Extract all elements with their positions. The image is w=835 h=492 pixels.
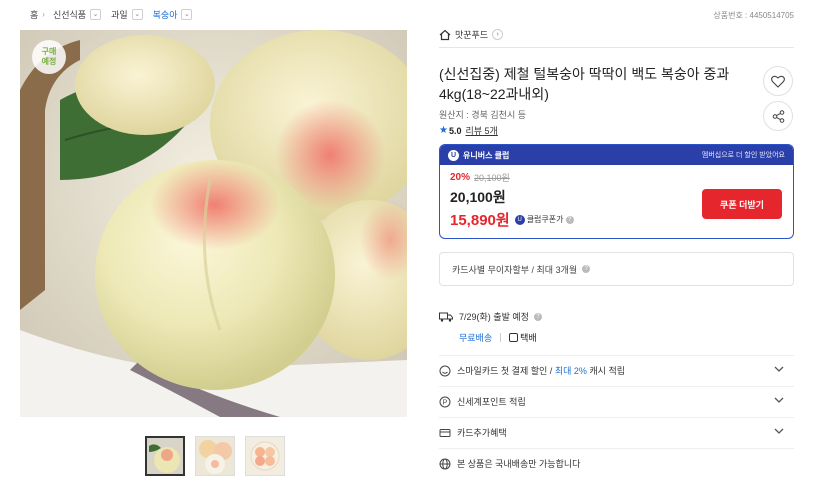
club-name: 유니버스 클럽 bbox=[463, 150, 510, 160]
rating-score: 5.0 bbox=[448, 125, 462, 136]
breadcrumb-fresh-food[interactable]: 신선식품 ⌄ bbox=[53, 8, 111, 21]
share-icon bbox=[772, 109, 784, 123]
universe-club-icon: U bbox=[514, 214, 525, 225]
card-extra-text: 카드추가혜택 bbox=[457, 428, 507, 438]
peach-photo bbox=[20, 30, 407, 417]
info-icon[interactable]: ? bbox=[565, 215, 574, 224]
svg-text:P: P bbox=[443, 399, 448, 406]
chevron-down-icon[interactable]: ⌄ bbox=[90, 9, 102, 20]
original-price: 20,100원 bbox=[474, 173, 510, 183]
purchase-planned-badge[interactable]: 구매 예정 bbox=[32, 40, 66, 74]
thumbnail-3[interactable] bbox=[245, 436, 285, 476]
chevron-down-icon bbox=[774, 397, 784, 403]
review-count-link[interactable]: 리뷰 5개 bbox=[465, 124, 497, 137]
card-installment-text: 카드사별 무이자할부 / 최대 3개월 bbox=[452, 264, 578, 275]
rating[interactable]: ★ 5.0 리뷰 5개 bbox=[439, 124, 498, 137]
breadcrumb-separator: › bbox=[42, 10, 45, 19]
club-coupon-label: 클럽쿠폰가 bbox=[526, 215, 564, 224]
universe-club-icon: U bbox=[448, 149, 459, 161]
point-icon: P bbox=[439, 396, 451, 407]
chevron-down-icon[interactable]: ⌄ bbox=[181, 9, 193, 20]
benefit-shinsegae-point[interactable]: P 신세계포인트 적립 bbox=[439, 386, 794, 416]
domestic-notice-text: 본 상품은 국내배송만 가능합니다 bbox=[457, 459, 581, 469]
discount-rate: 20% bbox=[450, 172, 471, 183]
chevron-right-icon: › bbox=[492, 29, 504, 40]
divider bbox=[500, 333, 502, 342]
store-home-icon bbox=[439, 29, 451, 40]
star-icon: ★ bbox=[439, 125, 448, 136]
info-icon[interactable]: ? bbox=[533, 312, 542, 321]
card-installment-box[interactable]: 카드사별 무이자할부 / 최대 3개월 ? bbox=[439, 252, 794, 286]
shipping-info: 7/29(화) 출발 예정 ? 무료배송 택배 bbox=[439, 310, 794, 344]
club-header[interactable]: U 유니버스 클럽 멤버십으로 더 할인 받았어요 bbox=[440, 145, 793, 165]
truck-icon bbox=[439, 312, 453, 322]
globe-icon bbox=[439, 458, 451, 469]
box-icon bbox=[509, 333, 519, 342]
get-more-coupons-button[interactable]: 쿠폰 더받기 bbox=[702, 189, 782, 219]
smile-icon bbox=[439, 365, 451, 376]
thumbnail-list bbox=[145, 436, 285, 476]
product-title: (신선집중) 제철 털복숭아 딱딱이 백도 복숭아 중과 4kg(18~22과내… bbox=[439, 66, 730, 102]
club-promo-text: 멤버십으로 더 할인 받았어요 bbox=[701, 152, 785, 159]
benefit-smilecard[interactable]: 스마일카드 첫 결제 할인 / 최대 2% 캐시 적립 bbox=[439, 355, 794, 385]
club-price-box: U 유니버스 클럽 멤버십으로 더 할인 받았어요 20% 20,100원 20… bbox=[439, 144, 794, 239]
free-shipping-label: 무료배송 bbox=[459, 333, 493, 343]
heart-icon bbox=[771, 75, 785, 88]
breadcrumb: 홈 › 신선식품 ⌄ 과일 ⌄ 복숭아 ⌄ bbox=[30, 8, 202, 21]
chevron-down-icon bbox=[774, 428, 784, 434]
shipping-date: 7/29(화) 출발 예정 bbox=[459, 312, 529, 322]
breadcrumb-home[interactable]: 홈 › bbox=[30, 8, 53, 21]
info-icon[interactable]: ? bbox=[582, 265, 591, 273]
domestic-shipping-notice: 본 상품은 국내배송만 가능합니다 bbox=[439, 448, 794, 478]
thumbnail-1[interactable] bbox=[145, 436, 185, 476]
smilecard-text: 스마일카드 첫 결제 할인 / 최대 2% 캐시 적립 bbox=[457, 366, 626, 376]
breadcrumb-fruit[interactable]: 과일 ⌄ bbox=[111, 8, 153, 21]
club-coupon-price: 15,890원 bbox=[450, 212, 510, 229]
thumbnail-2[interactable] bbox=[195, 436, 235, 476]
chevron-down-icon bbox=[774, 366, 784, 372]
share-button[interactable] bbox=[763, 101, 793, 131]
brand-row[interactable]: 맛꾼푸드 › bbox=[439, 28, 794, 48]
wishlist-button[interactable] bbox=[763, 66, 793, 96]
product-main-image: 구매 예정 bbox=[20, 30, 407, 417]
product-number: 상품번호 : 4450514705 bbox=[713, 11, 794, 20]
card-icon bbox=[439, 428, 451, 437]
brand-name: 맛꾼푸드 bbox=[455, 30, 489, 40]
shinsegae-point-text: 신세계포인트 적립 bbox=[457, 397, 526, 407]
origin-info: 원산지 : 경북 김천시 등 bbox=[439, 110, 527, 120]
breadcrumb-peach[interactable]: 복숭아 ⌄ bbox=[153, 8, 203, 21]
benefit-card-extra[interactable]: 카드추가혜택 bbox=[439, 417, 794, 447]
chevron-down-icon[interactable]: ⌄ bbox=[131, 9, 143, 20]
product-info-panel: 맛꾼푸드 › (신선집중) 제철 털복숭아 딱딱이 백도 복숭아 중과 4kg(… bbox=[439, 28, 794, 469]
delivery-type: 택배 bbox=[520, 333, 537, 343]
